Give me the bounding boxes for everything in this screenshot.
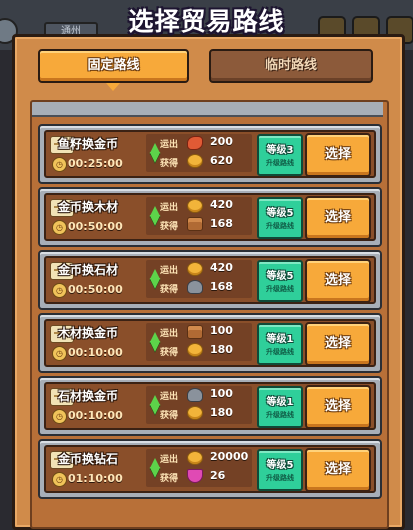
tab-temporary-routes[interactable]: 临时路线 bbox=[209, 49, 373, 83]
upgrade-route-label: 升级路线 bbox=[266, 474, 294, 482]
receive-amount: 168 bbox=[210, 217, 233, 230]
ship-out-amount: 20000 bbox=[210, 450, 249, 463]
ship-out-label: 运出 bbox=[160, 329, 179, 339]
route-list[interactable]: 鱼籽换金币 ◷ 00:25:00 ▲ ▼ 运出 获得 200 620 等级3 升级… bbox=[30, 100, 389, 529]
route-card: 金币换石材 ◷ 00:50:00 ▲ ▼ 运出 获得 420 168 等级5 升级… bbox=[38, 250, 382, 310]
route-card-body: 石材换金币 ◷ 00:10:00 ▲ ▼ 运出 获得 100 180 等级1 升级… bbox=[44, 382, 376, 430]
upgrade-route-label: 升级路线 bbox=[266, 348, 294, 356]
route-card-body: 金币换石材 ◷ 00:50:00 ▲ ▼ 运出 获得 420 168 等级5 升级… bbox=[44, 256, 376, 304]
select-route-button[interactable]: 选择 bbox=[305, 385, 371, 429]
ship-out-label: 运出 bbox=[160, 203, 179, 213]
upgrade-route-label: 升级路线 bbox=[266, 222, 294, 230]
gold-coin-icon bbox=[187, 406, 203, 420]
ship-out-amount: 420 bbox=[210, 198, 233, 211]
gold-coin-icon bbox=[187, 154, 203, 168]
clock-icon: ◷ bbox=[52, 157, 67, 172]
upgrade-route-button[interactable]: 等级3 升级路线 bbox=[257, 134, 303, 176]
fish-roe-icon bbox=[187, 136, 203, 150]
tab-fixed-routes[interactable]: 固定路线 bbox=[38, 49, 189, 83]
upgrade-route-button[interactable]: 等级1 升级路线 bbox=[257, 386, 303, 428]
select-route-button[interactable]: 选择 bbox=[305, 259, 371, 303]
active-tab-pointer bbox=[106, 83, 120, 91]
gold-coin-icon bbox=[187, 262, 203, 276]
ship-out-label: 运出 bbox=[160, 140, 179, 150]
route-card-body: 金币换木材 ◷ 00:50:00 ▲ ▼ 运出 获得 420 168 等级5 升级… bbox=[44, 193, 376, 241]
select-route-button[interactable]: 选择 bbox=[305, 322, 371, 366]
route-card-body: 木材换金币 ◷ 00:10:00 ▲ ▼ 运出 获得 100 180 等级1 升级… bbox=[44, 319, 376, 367]
receive-label: 获得 bbox=[160, 159, 179, 169]
ship-out-label: 运出 bbox=[160, 392, 179, 402]
route-card: 石材换金币 ◷ 00:10:00 ▲ ▼ 运出 获得 100 180 等级1 升级… bbox=[38, 376, 382, 436]
receive-amount: 620 bbox=[210, 154, 233, 167]
route-card: 金币换钻石 ◷ 01:10:00 ▲ ▼ 运出 获得 20000 26 等级5 升… bbox=[38, 439, 382, 499]
upgrade-route-label: 升级路线 bbox=[266, 159, 294, 167]
route-name: 石材换金币 bbox=[58, 389, 119, 403]
ship-out-label: 运出 bbox=[160, 266, 179, 276]
route-card: 金币换木材 ◷ 00:50:00 ▲ ▼ 运出 获得 420 168 等级5 升级… bbox=[38, 187, 382, 247]
gold-coin-icon bbox=[187, 343, 203, 357]
clock-icon: ◷ bbox=[52, 472, 67, 487]
receive-amount: 26 bbox=[210, 469, 226, 482]
gold-coin-icon bbox=[187, 199, 203, 213]
route-duration: 00:10:00 bbox=[68, 346, 123, 359]
receive-label: 获得 bbox=[160, 222, 179, 232]
receive-label: 获得 bbox=[160, 348, 179, 358]
receive-label: 获得 bbox=[160, 411, 179, 421]
receive-amount: 180 bbox=[210, 343, 233, 356]
receive-amount: 180 bbox=[210, 406, 233, 419]
route-duration: 00:50:00 bbox=[68, 220, 123, 233]
clock-icon: ◷ bbox=[52, 346, 67, 361]
route-level: 等级1 bbox=[266, 397, 294, 408]
clock-icon: ◷ bbox=[52, 283, 67, 298]
upgrade-route-label: 升级路线 bbox=[266, 411, 294, 419]
ship-out-amount: 100 bbox=[210, 324, 233, 337]
select-route-button[interactable]: 选择 bbox=[305, 133, 371, 177]
route-card-body: 鱼籽换金币 ◷ 00:25:00 ▲ ▼ 运出 获得 200 620 等级3 升级… bbox=[44, 130, 376, 178]
upgrade-route-button[interactable]: 等级1 升级路线 bbox=[257, 323, 303, 365]
route-level: 等级5 bbox=[266, 460, 294, 471]
route-level: 等级5 bbox=[266, 271, 294, 282]
route-name: 金币换石材 bbox=[58, 263, 119, 277]
ship-out-label: 运出 bbox=[160, 455, 179, 465]
receive-label: 获得 bbox=[160, 285, 179, 295]
gold-coin-icon bbox=[187, 451, 203, 465]
receive-amount: 168 bbox=[210, 280, 233, 293]
stone-icon bbox=[187, 280, 203, 294]
select-route-button[interactable]: 选择 bbox=[305, 196, 371, 240]
route-duration: 01:10:00 bbox=[68, 472, 123, 485]
upgrade-route-button[interactable]: 等级5 升级路线 bbox=[257, 260, 303, 302]
upgrade-route-button[interactable]: 等级5 升级路线 bbox=[257, 449, 303, 491]
upgrade-route-button[interactable]: 等级5 升级路线 bbox=[257, 197, 303, 239]
clock-icon: ◷ bbox=[52, 409, 67, 424]
ship-out-amount: 420 bbox=[210, 261, 233, 274]
dialog-title: 选择贸易路线 bbox=[128, 7, 285, 36]
route-level: 等级5 bbox=[266, 208, 294, 219]
route-level: 等级3 bbox=[266, 145, 294, 156]
route-duration: 00:10:00 bbox=[68, 409, 123, 422]
clock-icon: ◷ bbox=[52, 220, 67, 235]
route-name: 木材换金币 bbox=[58, 326, 119, 340]
select-route-button[interactable]: 选择 bbox=[305, 448, 371, 492]
ship-out-amount: 100 bbox=[210, 387, 233, 400]
route-name: 金币换钻石 bbox=[58, 452, 119, 466]
route-name: 金币换木材 bbox=[58, 200, 119, 214]
upgrade-route-label: 升级路线 bbox=[266, 285, 294, 293]
route-name: 鱼籽换金币 bbox=[58, 137, 119, 151]
stone-icon bbox=[187, 388, 203, 402]
ship-out-amount: 200 bbox=[210, 135, 233, 148]
route-level: 等级1 bbox=[266, 334, 294, 345]
route-duration: 00:25:00 bbox=[68, 157, 123, 170]
route-duration: 00:50:00 bbox=[68, 283, 123, 296]
route-card: 木材换金币 ◷ 00:10:00 ▲ ▼ 运出 获得 100 180 等级1 升级… bbox=[38, 313, 382, 373]
partial-route-card bbox=[32, 102, 383, 117]
route-card-body: 金币换钻石 ◷ 01:10:00 ▲ ▼ 运出 获得 20000 26 等级5 升… bbox=[44, 445, 376, 493]
route-card: 鱼籽换金币 ◷ 00:25:00 ▲ ▼ 运出 获得 200 620 等级3 升级… bbox=[38, 124, 382, 184]
wood-icon bbox=[187, 217, 203, 231]
wood-icon bbox=[187, 325, 203, 339]
receive-label: 获得 bbox=[160, 474, 179, 484]
